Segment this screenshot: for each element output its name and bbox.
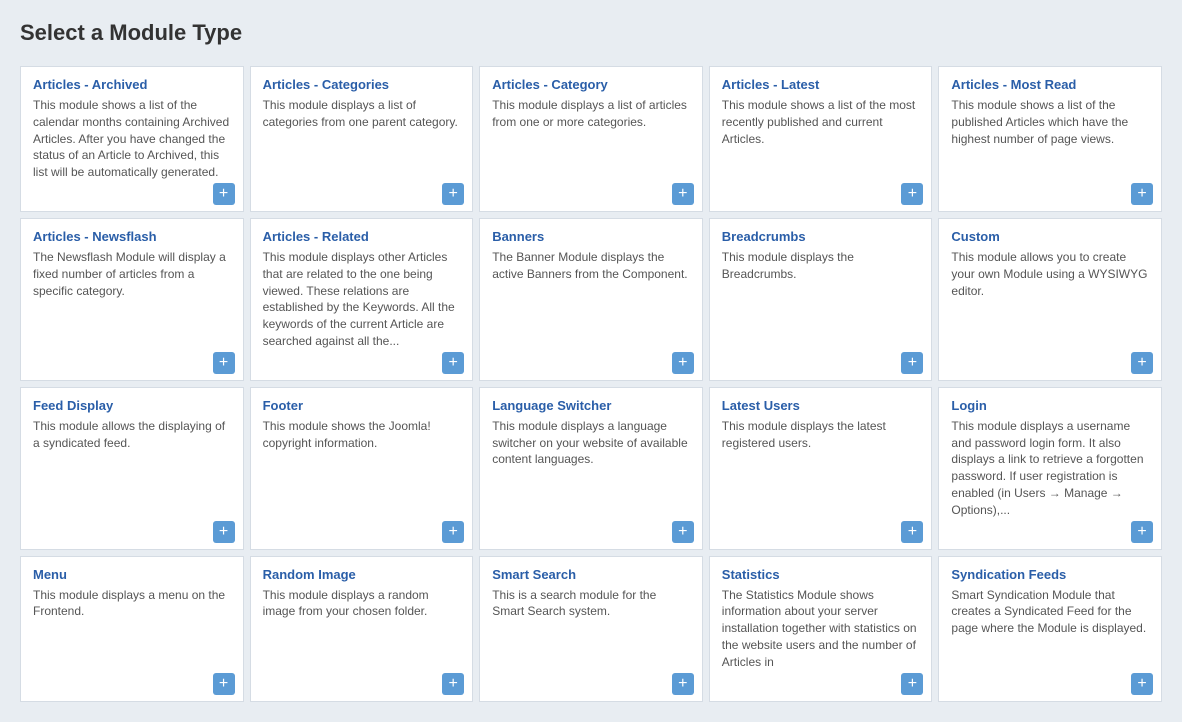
add-module-button-banners[interactable]: + <box>672 352 694 374</box>
module-desc-feed-display: This module allows the displaying of a s… <box>33 419 225 450</box>
module-title-statistics: Statistics <box>722 567 920 582</box>
module-card-articles-related[interactable]: Articles - Related This module displays o… <box>250 218 474 381</box>
add-module-button-syndication-feeds[interactable]: + <box>1131 673 1153 695</box>
module-card-latest-users[interactable]: Latest Users This module displays the lat… <box>709 387 933 550</box>
module-desc-articles-newsflash: The Newsflash Module will display a fixe… <box>33 250 226 298</box>
module-desc-articles-latest: This module shows a list of the most rec… <box>722 98 915 146</box>
module-card-articles-most-read[interactable]: Articles - Most Read This module shows a … <box>938 66 1162 212</box>
module-desc-latest-users: This module displays the latest register… <box>722 419 886 450</box>
module-card-random-image[interactable]: Random Image This module displays a rando… <box>250 556 474 702</box>
add-module-button-articles-newsflash[interactable]: + <box>213 352 235 374</box>
add-module-button-menu[interactable]: + <box>213 673 235 695</box>
module-desc-custom: This module allows you to create your ow… <box>951 250 1147 298</box>
add-module-button-articles-most-read[interactable]: + <box>1131 183 1153 205</box>
module-desc-articles-most-read: This module shows a list of the publishe… <box>951 98 1128 146</box>
module-card-breadcrumbs[interactable]: Breadcrumbs This module displays the Brea… <box>709 218 933 381</box>
module-card-articles-newsflash[interactable]: Articles - Newsflash The Newsflash Module… <box>20 218 244 381</box>
module-title-menu: Menu <box>33 567 231 582</box>
module-desc-login: This module displays a username and pass… <box>951 419 1143 517</box>
module-title-latest-users: Latest Users <box>722 398 920 413</box>
module-desc-articles-archived: This module shows a list of the calendar… <box>33 98 229 179</box>
module-desc-breadcrumbs: This module displays the Breadcrumbs. <box>722 250 854 281</box>
module-card-articles-categories[interactable]: Articles - Categories This module display… <box>250 66 474 212</box>
module-title-custom: Custom <box>951 229 1149 244</box>
module-desc-articles-categories: This module displays a list of categorie… <box>263 98 458 129</box>
add-module-button-feed-display[interactable]: + <box>213 521 235 543</box>
add-module-button-articles-latest[interactable]: + <box>901 183 923 205</box>
module-desc-language-switcher: This module displays a language switcher… <box>492 419 687 467</box>
add-module-button-latest-users[interactable]: + <box>901 521 923 543</box>
module-title-syndication-feeds: Syndication Feeds <box>951 567 1149 582</box>
module-card-footer[interactable]: Footer This module shows the Joomla! copy… <box>250 387 474 550</box>
module-title-articles-archived: Articles - Archived <box>33 77 231 92</box>
module-desc-articles-category: This module displays a list of articles … <box>492 98 687 129</box>
module-card-menu[interactable]: Menu This module displays a menu on the F… <box>20 556 244 702</box>
module-title-articles-category: Articles - Category <box>492 77 690 92</box>
add-module-button-articles-categories[interactable]: + <box>442 183 464 205</box>
module-title-banners: Banners <box>492 229 690 244</box>
add-module-button-custom[interactable]: + <box>1131 352 1153 374</box>
module-desc-random-image: This module displays a random image from… <box>263 588 429 619</box>
module-card-language-switcher[interactable]: Language Switcher This module displays a … <box>479 387 703 550</box>
module-desc-statistics: The Statistics Module shows information … <box>722 588 917 669</box>
module-card-statistics[interactable]: Statistics The Statistics Module shows in… <box>709 556 933 702</box>
module-title-feed-display: Feed Display <box>33 398 231 413</box>
module-grid: Articles - Archived This module shows a l… <box>20 66 1162 702</box>
add-module-button-articles-archived[interactable]: + <box>213 183 235 205</box>
module-title-footer: Footer <box>263 398 461 413</box>
module-card-articles-latest[interactable]: Articles - Latest This module shows a lis… <box>709 66 933 212</box>
module-desc-menu: This module displays a menu on the Front… <box>33 588 225 619</box>
module-desc-smart-search: This is a search module for the Smart Se… <box>492 588 656 619</box>
module-desc-footer: This module shows the Joomla! copyright … <box>263 419 431 450</box>
module-card-feed-display[interactable]: Feed Display This module allows the displ… <box>20 387 244 550</box>
module-card-smart-search[interactable]: Smart Search This is a search module for … <box>479 556 703 702</box>
module-card-custom[interactable]: Custom This module allows you to create y… <box>938 218 1162 381</box>
add-module-button-breadcrumbs[interactable]: + <box>901 352 923 374</box>
module-title-articles-related: Articles - Related <box>263 229 461 244</box>
module-title-language-switcher: Language Switcher <box>492 398 690 413</box>
add-module-button-random-image[interactable]: + <box>442 673 464 695</box>
add-module-button-login[interactable]: + <box>1131 521 1153 543</box>
add-module-button-smart-search[interactable]: + <box>672 673 694 695</box>
module-title-smart-search: Smart Search <box>492 567 690 582</box>
module-title-random-image: Random Image <box>263 567 461 582</box>
module-card-articles-category[interactable]: Articles - Category This module displays … <box>479 66 703 212</box>
page-title: Select a Module Type <box>20 20 1162 46</box>
module-card-login[interactable]: Login This module displays a username and… <box>938 387 1162 550</box>
module-title-articles-most-read: Articles - Most Read <box>951 77 1149 92</box>
module-title-login: Login <box>951 398 1149 413</box>
module-card-articles-archived[interactable]: Articles - Archived This module shows a l… <box>20 66 244 212</box>
module-desc-articles-related: This module displays other Articles that… <box>263 250 455 348</box>
module-title-articles-newsflash: Articles - Newsflash <box>33 229 231 244</box>
module-title-articles-categories: Articles - Categories <box>263 77 461 92</box>
module-desc-banners: The Banner Module displays the active Ba… <box>492 250 687 281</box>
add-module-button-articles-related[interactable]: + <box>442 352 464 374</box>
module-title-articles-latest: Articles - Latest <box>722 77 920 92</box>
module-card-syndication-feeds[interactable]: Syndication Feeds Smart Syndication Modul… <box>938 556 1162 702</box>
add-module-button-statistics[interactable]: + <box>901 673 923 695</box>
module-desc-syndication-feeds: Smart Syndication Module that creates a … <box>951 588 1146 636</box>
module-title-breadcrumbs: Breadcrumbs <box>722 229 920 244</box>
add-module-button-footer[interactable]: + <box>442 521 464 543</box>
module-card-banners[interactable]: Banners The Banner Module displays the ac… <box>479 218 703 381</box>
add-module-button-language-switcher[interactable]: + <box>672 521 694 543</box>
add-module-button-articles-category[interactable]: + <box>672 183 694 205</box>
